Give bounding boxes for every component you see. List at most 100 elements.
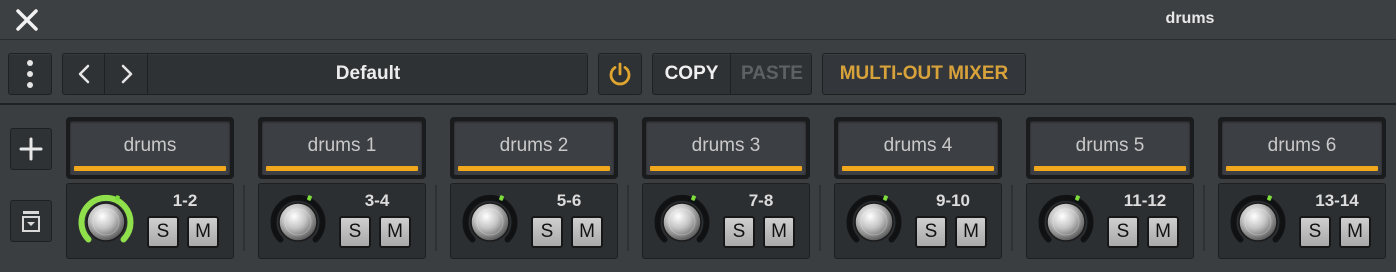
channel-name-button[interactable]: drums bbox=[66, 117, 234, 179]
volume-knob[interactable] bbox=[459, 191, 521, 253]
channel-name: drums 6 bbox=[1267, 135, 1337, 156]
next-preset-button[interactable] bbox=[106, 54, 148, 94]
channel-name-display: drums 4 bbox=[838, 121, 998, 175]
channel-strip: drums 1-2 S M bbox=[66, 117, 236, 259]
channel-name-button[interactable]: drums 1 bbox=[258, 117, 426, 179]
volume-knob[interactable] bbox=[1035, 191, 1097, 253]
close-icon bbox=[16, 9, 38, 31]
channel-color-bar bbox=[1034, 166, 1186, 171]
preset-name[interactable]: Default bbox=[149, 54, 587, 94]
solo-button[interactable]: S bbox=[1299, 216, 1331, 248]
channel-controls: 11-12 S M bbox=[1026, 183, 1194, 259]
channel-name-display: drums bbox=[70, 121, 230, 175]
close-button[interactable] bbox=[10, 5, 44, 35]
channel-strip: drums 3 7-8 S M bbox=[642, 117, 812, 259]
menu-button[interactable] bbox=[8, 53, 52, 95]
channel-name: drums 2 bbox=[499, 135, 569, 156]
output-channels-label: 1-2 bbox=[172, 191, 198, 210]
power-icon bbox=[609, 62, 631, 86]
channel-divider bbox=[243, 185, 245, 251]
chevron-right-icon bbox=[121, 64, 132, 84]
channel-controls: 1-2 S M bbox=[66, 183, 234, 259]
mute-button[interactable]: M bbox=[379, 216, 411, 248]
plus-icon bbox=[19, 137, 43, 161]
output-channels-label: 13-14 bbox=[1315, 191, 1359, 210]
volume-knob[interactable] bbox=[651, 191, 713, 253]
channel-name-button[interactable]: drums 4 bbox=[834, 117, 1002, 179]
mute-button[interactable]: M bbox=[187, 216, 219, 248]
power-button[interactable] bbox=[598, 53, 642, 95]
channel-name-display: drums 1 bbox=[262, 121, 422, 175]
add-output-button[interactable] bbox=[10, 128, 52, 170]
channel-divider bbox=[627, 185, 629, 251]
volume-knob[interactable] bbox=[843, 191, 905, 253]
channel-name-display: drums 6 bbox=[1222, 121, 1382, 175]
channel-name-display: drums 5 bbox=[1030, 121, 1190, 175]
channel-controls: 9-10 S M bbox=[834, 183, 1002, 259]
dot bbox=[27, 71, 33, 77]
channel-color-bar bbox=[842, 166, 994, 171]
channel-name: drums 3 bbox=[691, 135, 761, 156]
mute-button[interactable]: M bbox=[1339, 216, 1371, 248]
channel-name-button[interactable]: drums 2 bbox=[450, 117, 618, 179]
channel-divider bbox=[819, 185, 821, 251]
channel-divider bbox=[1011, 185, 1013, 251]
channel-name-display: drums 2 bbox=[454, 121, 614, 175]
channel-strip: drums 2 5-6 S M bbox=[450, 117, 620, 259]
solo-button[interactable]: S bbox=[147, 216, 179, 248]
channel-color-bar bbox=[266, 166, 418, 171]
channel-name: drums 4 bbox=[883, 135, 953, 156]
dot bbox=[27, 82, 33, 88]
channel-divider bbox=[435, 185, 437, 251]
channel-name-button[interactable]: drums 3 bbox=[642, 117, 810, 179]
channel-name: drums 5 bbox=[1075, 135, 1145, 156]
volume-knob[interactable] bbox=[267, 191, 329, 253]
channel-name-button[interactable]: drums 5 bbox=[1026, 117, 1194, 179]
multi-out-mixer-button[interactable]: MULTI-OUT MIXER bbox=[822, 53, 1026, 95]
channel-name: drums 1 bbox=[307, 135, 377, 156]
copy-paste-group: COPY PASTE bbox=[652, 53, 812, 95]
volume-knob[interactable] bbox=[1227, 191, 1289, 253]
solo-button[interactable]: S bbox=[339, 216, 371, 248]
channel-controls: 7-8 S M bbox=[642, 183, 810, 259]
channel-strip: drums 5 11-12 S M bbox=[1026, 117, 1196, 259]
output-channels-label: 7-8 bbox=[748, 191, 774, 210]
channel-name-button[interactable]: drums 6 bbox=[1218, 117, 1386, 179]
collapse-button[interactable] bbox=[10, 200, 52, 242]
channel-strip: drums 4 9-10 S M bbox=[834, 117, 1004, 259]
channel-color-bar bbox=[650, 166, 802, 171]
title-bar: drums bbox=[0, 0, 1396, 40]
mute-button[interactable]: M bbox=[571, 216, 603, 248]
download-tray-icon bbox=[22, 211, 40, 232]
channel-color-bar bbox=[74, 166, 226, 171]
multi-out-mixer-window: drums Default COPY PASTE MULTI-OUT MIXER… bbox=[0, 0, 1396, 272]
channel-controls: 5-6 S M bbox=[450, 183, 618, 259]
mute-button[interactable]: M bbox=[955, 216, 987, 248]
output-channels-label: 3-4 bbox=[364, 191, 390, 210]
channel-name: drums bbox=[123, 135, 177, 156]
previous-preset-button[interactable] bbox=[63, 54, 105, 94]
output-channels-label: 9-10 bbox=[935, 191, 971, 210]
channel-divider bbox=[1203, 185, 1205, 251]
channel-color-bar bbox=[458, 166, 610, 171]
mute-button[interactable]: M bbox=[763, 216, 795, 248]
window-title: drums bbox=[1165, 10, 1215, 27]
channel-name-display: drums 3 bbox=[646, 121, 806, 175]
solo-button[interactable]: S bbox=[1107, 216, 1139, 248]
solo-button[interactable]: S bbox=[531, 216, 563, 248]
output-channels-label: 5-6 bbox=[556, 191, 582, 210]
paste-button[interactable]: PASTE bbox=[732, 54, 812, 94]
channel-controls: 13-14 S M bbox=[1218, 183, 1386, 259]
channel-strip: drums 1 3-4 S M bbox=[258, 117, 428, 259]
output-channels-label: 11-12 bbox=[1123, 191, 1167, 210]
solo-button[interactable]: S bbox=[723, 216, 755, 248]
volume-knob[interactable] bbox=[75, 191, 137, 253]
dot bbox=[27, 60, 33, 66]
chevron-left-icon bbox=[78, 64, 89, 84]
copy-button[interactable]: COPY bbox=[653, 54, 731, 94]
channel-controls: 3-4 S M bbox=[258, 183, 426, 259]
channel-color-bar bbox=[1226, 166, 1378, 171]
solo-button[interactable]: S bbox=[915, 216, 947, 248]
channel-strip: drums 6 13-14 S M bbox=[1218, 117, 1388, 259]
mute-button[interactable]: M bbox=[1147, 216, 1179, 248]
